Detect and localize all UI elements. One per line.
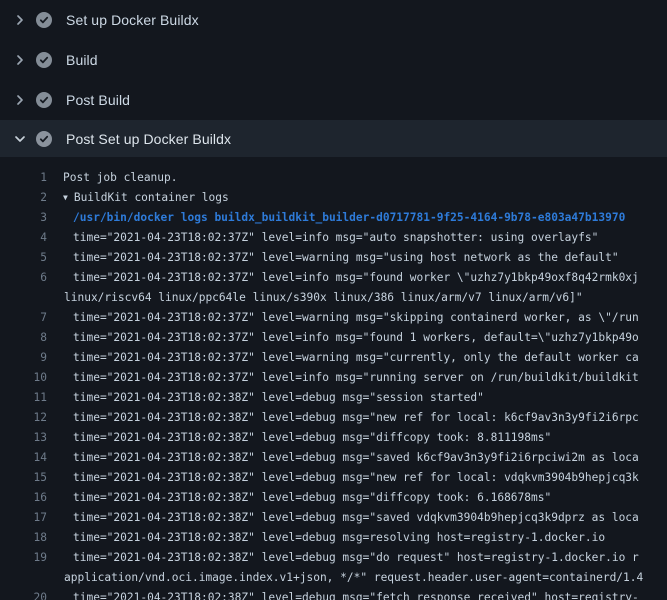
log-line-number[interactable]: 2 [0,188,47,208]
log-line: 16 time="2021-04-23T18:02:38Z" level=debu… [0,488,667,508]
log-line-number[interactable]: 18 [0,528,47,548]
step-build[interactable]: Build [0,40,667,80]
log-line: 20 time="2021-04-23T18:02:38Z" level=debu… [0,588,667,600]
log-line-number[interactable]: 11 [0,388,47,408]
log-line-number [0,288,47,308]
log-line: 9 time="2021-04-23T18:02:37Z" level=warni… [0,348,667,368]
log-line: 5 time="2021-04-23T18:02:37Z" level=warni… [0,248,667,268]
log-line-text: time="2021-04-23T18:02:38Z" level=debug … [73,468,639,488]
log-line-text: time="2021-04-23T18:02:38Z" level=debug … [73,548,639,568]
log-line: 4 time="2021-04-23T18:02:37Z" level=info … [0,228,667,248]
step-label: Build [66,52,98,68]
step-label: Set up Docker Buildx [66,12,199,28]
log-line-text: time="2021-04-23T18:02:37Z" level=info m… [73,368,639,388]
chevron-down-icon [12,131,28,147]
log-line: 7 time="2021-04-23T18:02:37Z" level=warni… [0,308,667,328]
log-line: 14 time="2021-04-23T18:02:38Z" level=debu… [0,448,667,468]
log-line: 15 time="2021-04-23T18:02:38Z" level=debu… [0,468,667,488]
check-circle-icon [36,131,52,147]
log-line-text: Post job cleanup. [63,168,178,188]
group-collapse-triangle-icon[interactable]: ▼ [63,188,68,208]
log-line-text: time="2021-04-23T18:02:38Z" level=debug … [73,508,639,528]
log-line-text: time="2021-04-23T18:02:38Z" level=debug … [73,488,551,508]
log-line-number[interactable]: 8 [0,328,47,348]
log-line-text: time="2021-04-23T18:02:38Z" level=debug … [73,588,639,600]
log-lines: 1 Post job cleanup. 2 ▼ BuildKit container l… [0,157,667,600]
log-line-text: time="2021-04-23T18:02:38Z" level=debug … [73,428,551,448]
log-line: 12 time="2021-04-23T18:02:38Z" level=debu… [0,408,667,428]
log-line: 1 Post job cleanup. [0,168,667,188]
log-line: 3/usr/bin/docker logs buildx_buildkit_bu… [0,208,667,228]
log-line-text: time="2021-04-23T18:02:37Z" level=info m… [73,228,598,248]
log-line: 6 time="2021-04-23T18:02:37Z" level=info … [0,268,667,288]
log-line-number[interactable]: 16 [0,488,47,508]
log-line: application/vnd.oci.image.index.v1+json,… [0,568,667,588]
log-line-number[interactable]: 15 [0,468,47,488]
chevron-right-icon [12,92,28,108]
log-command-text: /usr/bin/docker logs buildx_buildkit_bui… [73,208,625,228]
log-line-number[interactable]: 13 [0,428,47,448]
log-line-text: time="2021-04-23T18:02:37Z" level=warnin… [73,308,639,328]
steps-panel: Set up Docker Buildx Build Post Build Po… [0,0,667,157]
log-line-text: time="2021-04-23T18:02:38Z" level=debug … [73,408,639,428]
log-line: 18 time="2021-04-23T18:02:38Z" level=debu… [0,528,667,548]
log-line-text: time="2021-04-23T18:02:37Z" level=warnin… [73,248,619,268]
step-label: Post Set up Docker Buildx [66,131,231,147]
check-circle-icon [36,92,52,108]
chevron-right-icon [12,52,28,68]
chevron-right-icon [12,12,28,28]
log-line-text: time="2021-04-23T18:02:38Z" level=debug … [73,388,484,408]
step-label: Post Build [66,92,130,108]
log-line: 13 time="2021-04-23T18:02:38Z" level=debu… [0,428,667,448]
log-line-text: time="2021-04-23T18:02:37Z" level=warnin… [73,348,639,368]
check-circle-icon [36,12,52,28]
log-line-number[interactable]: 10 [0,368,47,388]
log-line-number[interactable]: 5 [0,248,47,268]
log-line-number[interactable]: 17 [0,508,47,528]
check-circle-icon [36,52,52,68]
step-post-set-up-docker-buildx-header[interactable]: Post Set up Docker Buildx [0,120,667,157]
log-line-number[interactable]: 20 [0,588,47,600]
log-line-number[interactable]: 9 [0,348,47,368]
log-line-number[interactable]: 6 [0,268,47,288]
log-line[interactable]: 2 ▼ BuildKit container logs [0,188,667,208]
log-line-number[interactable]: 14 [0,448,47,468]
log-line: 19 time="2021-04-23T18:02:38Z" level=debu… [0,548,667,568]
log-line-number[interactable]: 3 [0,208,47,228]
log-line-text: application/vnd.oci.image.index.v1+json,… [64,568,643,588]
log-line-number[interactable]: 1 [0,168,47,188]
log-line: linux/riscv64 linux/ppc64le linux/s390x … [0,288,667,308]
log-line: 10 time="2021-04-23T18:02:37Z" level=info… [0,368,667,388]
log-line-text: time="2021-04-23T18:02:38Z" level=debug … [73,448,639,468]
log-line-text: linux/riscv64 linux/ppc64le linux/s390x … [64,288,583,308]
log-line: 11 time="2021-04-23T18:02:38Z" level=debu… [0,388,667,408]
log-line-text: time="2021-04-23T18:02:37Z" level=info m… [73,328,639,348]
log-line: 17 time="2021-04-23T18:02:38Z" level=debu… [0,508,667,528]
log-line-number[interactable]: 12 [0,408,47,428]
log-line-text[interactable]: BuildKit container logs [74,188,229,208]
log-line-number [0,568,47,588]
step-set-up-docker-buildx[interactable]: Set up Docker Buildx [0,0,667,40]
log-line-text: time="2021-04-23T18:02:37Z" level=info m… [73,268,639,288]
log-line-number[interactable]: 7 [0,308,47,328]
log-line-number[interactable]: 4 [0,228,47,248]
step-post-build[interactable]: Post Build [0,80,667,120]
log-line-number[interactable]: 19 [0,548,47,568]
log-line: 8 time="2021-04-23T18:02:37Z" level=info … [0,328,667,348]
log-line-text: time="2021-04-23T18:02:38Z" level=debug … [73,528,605,548]
